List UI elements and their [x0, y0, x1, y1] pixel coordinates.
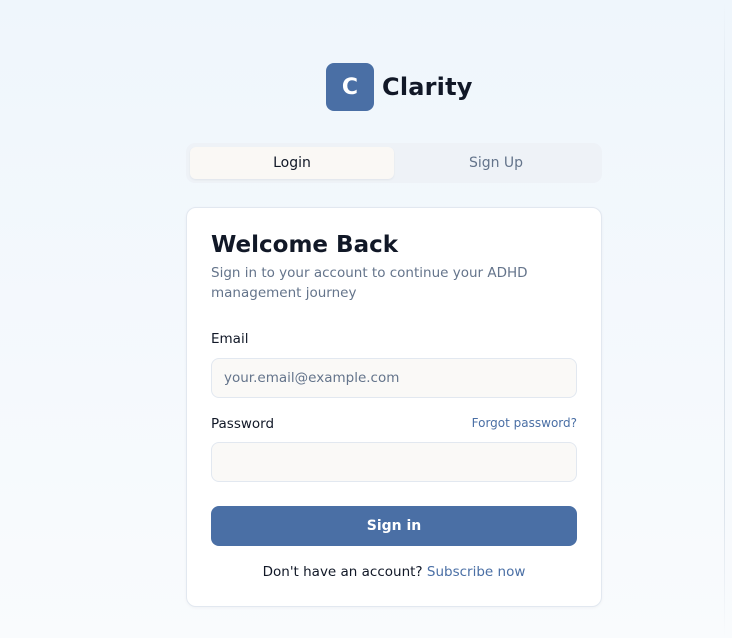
brand-name: Clarity: [382, 73, 473, 101]
password-field[interactable]: [211, 442, 577, 482]
card-title: Welcome Back: [211, 232, 399, 258]
email-field[interactable]: [211, 358, 577, 398]
page-edge-divider: [724, 0, 725, 638]
brand-header: C Clarity: [326, 63, 473, 111]
password-label: Password: [211, 416, 275, 432]
auth-tabs: Login Sign Up: [186, 143, 602, 183]
tab-sign-up[interactable]: Sign Up: [394, 147, 598, 179]
email-label: Email: [211, 331, 249, 347]
login-card: Welcome Back Sign in to your account to …: [186, 207, 602, 607]
forgot-password-link[interactable]: Forgot password?: [472, 416, 577, 430]
sign-in-button[interactable]: Sign in: [211, 506, 577, 546]
signup-prompt-text: Don't have an account?: [262, 564, 423, 580]
subscribe-now-link[interactable]: Subscribe now: [427, 564, 525, 580]
clarity-logo-icon: C: [326, 63, 374, 111]
signup-prompt: Don't have an account? Subscribe now: [187, 564, 601, 580]
card-subtitle: Sign in to your account to continue your…: [211, 265, 528, 301]
logo-letter: C: [341, 74, 359, 100]
tab-login[interactable]: Login: [190, 147, 394, 179]
